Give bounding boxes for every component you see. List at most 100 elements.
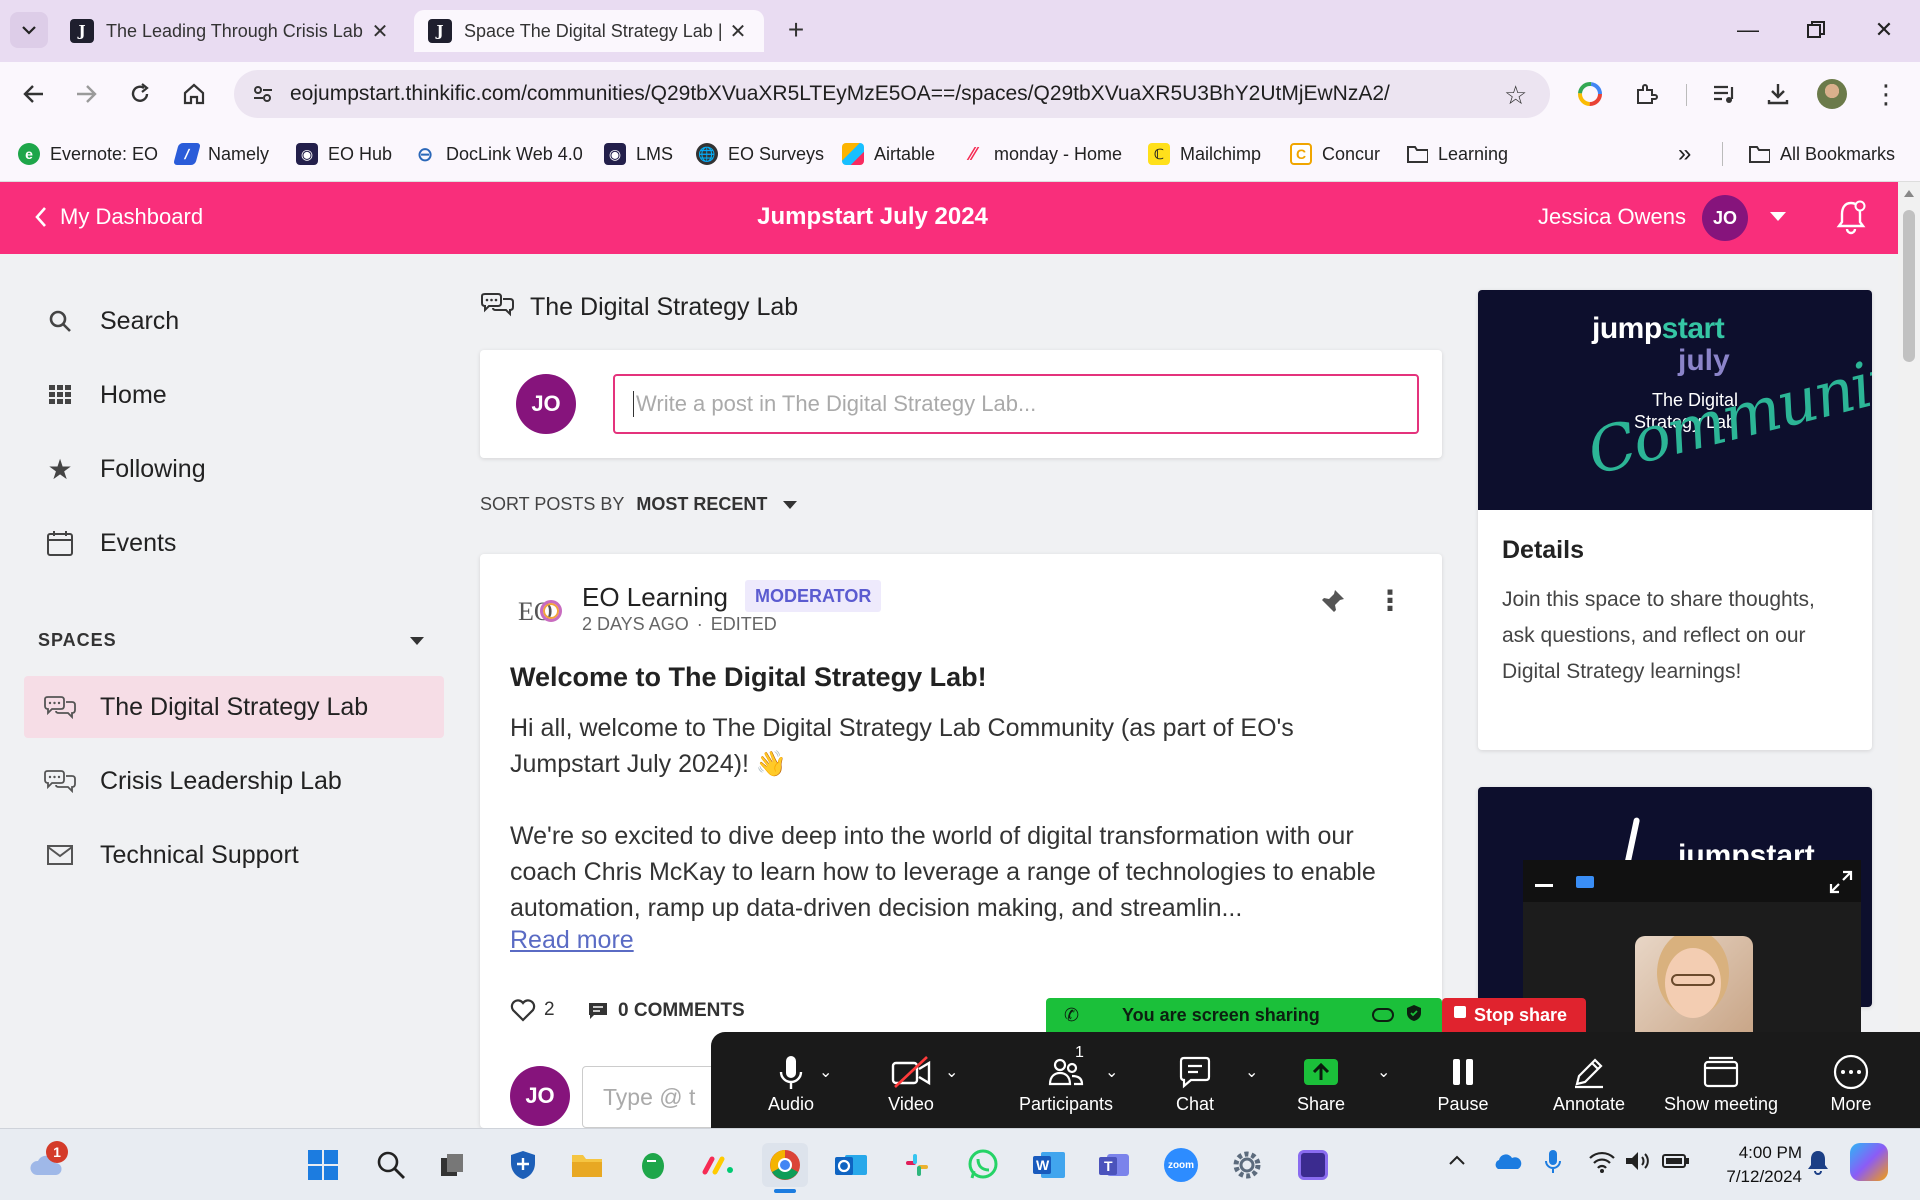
outlook-taskbar-icon[interactable]	[828, 1143, 874, 1187]
video-view-icon[interactable]	[1576, 876, 1594, 888]
bookmark-folder-learning[interactable]: Learning	[1406, 140, 1508, 168]
stop-share-button[interactable]: Stop share	[1442, 998, 1586, 1032]
evernote-taskbar-icon[interactable]	[630, 1143, 676, 1187]
user-name[interactable]: Jessica Owens	[1538, 204, 1686, 230]
settings-taskbar-icon[interactable]	[1224, 1143, 1270, 1187]
page-scrollbar[interactable]	[1898, 182, 1920, 1128]
minimize-video-icon[interactable]	[1535, 884, 1553, 887]
volume-icon[interactable]	[1624, 1149, 1652, 1178]
sidebar-space-crisis-leadership-lab[interactable]: Crisis Leadership Lab	[24, 750, 444, 812]
chrome-taskbar-icon[interactable]	[762, 1143, 808, 1187]
browser-menu-icon[interactable]: ⋮	[1866, 74, 1906, 114]
pin-icon[interactable]	[1320, 588, 1346, 619]
share-options-caret-icon[interactable]: ⌄	[1377, 1062, 1390, 1082]
sort-posts-control[interactable]: SORT POSTS BY MOST RECENT	[480, 494, 798, 515]
zoom-more-button[interactable]: More	[1811, 1050, 1891, 1126]
task-view-icon[interactable]	[430, 1143, 476, 1187]
bookmark-mailchimp[interactable]: ℂ Mailchimp	[1148, 140, 1261, 168]
user-menu-caret-icon[interactable]	[1770, 212, 1786, 221]
word-taskbar-icon[interactable]: W	[1026, 1143, 1072, 1187]
wifi-icon[interactable]	[1588, 1149, 1616, 1178]
sidebar-space-digital-strategy-lab[interactable]: The Digital Strategy Lab	[24, 676, 444, 738]
close-window-button[interactable]: ✕	[1864, 12, 1904, 48]
home-button[interactable]	[174, 74, 214, 114]
browser-tab-2-active[interactable]: J Space The Digital Strategy Lab | ✕	[414, 10, 764, 52]
bookmark-evernote[interactable]: e Evernote: EO	[18, 140, 158, 168]
sidebar-space-technical-support[interactable]: Technical Support	[24, 824, 444, 886]
user-avatar[interactable]: JO	[1702, 195, 1748, 241]
sidebar-item-following[interactable]: ★ Following	[24, 438, 444, 500]
post-composer-input[interactable]: Write a post in The Digital Strategy Lab…	[613, 374, 1419, 434]
sidebar-item-search[interactable]: Search	[24, 290, 444, 352]
zoom-pause-button[interactable]: Pause	[1423, 1050, 1503, 1126]
zoom-chat-button[interactable]: Chat	[1155, 1050, 1235, 1126]
spaces-collapse-caret-icon[interactable]	[410, 637, 424, 645]
file-explorer-icon[interactable]	[564, 1143, 610, 1187]
teams-taskbar-icon[interactable]: T	[1092, 1143, 1138, 1187]
audio-options-caret-icon[interactable]: ⌄	[819, 1062, 832, 1082]
new-tab-button[interactable]: +	[778, 12, 814, 48]
bookmark-monday[interactable]: ⁄⁄ monday - Home	[962, 140, 1122, 168]
bookmark-doclink[interactable]: ⊖ DocLink Web 4.0	[414, 140, 583, 168]
site-info-icon[interactable]	[248, 80, 278, 108]
taskbar-search-icon[interactable]	[368, 1143, 414, 1187]
sidebar-item-home[interactable]: Home	[24, 364, 444, 426]
monday-taskbar-icon[interactable]	[696, 1143, 742, 1187]
microphone-tray-icon[interactable]	[1544, 1149, 1562, 1180]
bookmark-airtable[interactable]: Airtable	[842, 140, 935, 168]
battery-icon[interactable]	[1662, 1153, 1690, 1174]
video-options-caret-icon[interactable]: ⌄	[945, 1062, 958, 1082]
zoom-share-button[interactable]: Share	[1281, 1050, 1361, 1126]
windows-start-icon[interactable]	[300, 1143, 346, 1187]
minimize-window-button[interactable]: —	[1728, 12, 1768, 48]
security-shield-icon[interactable]	[500, 1143, 546, 1187]
scroll-up-arrow-icon[interactable]	[1904, 190, 1914, 197]
gaming-taskbar-icon[interactable]	[1290, 1143, 1336, 1187]
zoom-annotate-button[interactable]: Annotate	[1549, 1050, 1629, 1126]
bookmark-lms[interactable]: ◉ LMS	[604, 140, 673, 168]
bookmark-concur[interactable]: C Concur	[1290, 140, 1380, 168]
onedrive-icon[interactable]	[1492, 1151, 1522, 1176]
bookmark-star-icon[interactable]: ☆	[1504, 80, 1527, 111]
tab-search-button[interactable]	[10, 12, 48, 48]
reload-button[interactable]	[120, 74, 160, 114]
bookmark-eo-hub[interactable]: ◉ EO Hub	[296, 140, 392, 168]
scroll-thumb[interactable]	[1903, 210, 1915, 362]
whatsapp-taskbar-icon[interactable]	[960, 1143, 1006, 1187]
chat-options-caret-icon[interactable]: ⌄	[1245, 1062, 1258, 1082]
notifications-bell-icon[interactable]	[1836, 200, 1866, 241]
slack-taskbar-icon[interactable]	[894, 1143, 940, 1187]
zoom-taskbar-icon[interactable]: zoom	[1158, 1143, 1204, 1187]
notifications-bell-tray-icon[interactable]	[1806, 1149, 1830, 1180]
copilot-icon[interactable]	[1850, 1143, 1888, 1181]
show-hidden-icons-chevron[interactable]	[1448, 1153, 1466, 1171]
close-tab-icon[interactable]: ✕	[726, 19, 750, 44]
download-icon[interactable]	[1758, 74, 1798, 114]
back-button[interactable]	[14, 74, 54, 114]
post-title[interactable]: Welcome to The Digital Strategy Lab!	[510, 662, 987, 693]
forward-button[interactable]	[66, 74, 106, 114]
restore-window-button[interactable]	[1796, 12, 1836, 48]
bookmark-eo-surveys[interactable]: 🌐 EO Surveys	[696, 140, 824, 168]
zoom-video-button[interactable]: Video	[871, 1050, 951, 1126]
participants-options-caret-icon[interactable]: ⌄	[1105, 1062, 1118, 1082]
zoom-show-meeting-button[interactable]: Show meeting	[1651, 1050, 1791, 1126]
address-bar[interactable]: eojumpstart.thinkific.com/communities/Q2…	[234, 70, 1550, 118]
profile-avatar[interactable]	[1812, 74, 1852, 114]
expand-icon[interactable]	[1829, 870, 1853, 899]
post-author[interactable]: EO Learning	[582, 582, 728, 613]
bookmark-all-bookmarks[interactable]: All Bookmarks	[1748, 140, 1895, 168]
comments-button[interactable]: 0 COMMENTS	[588, 1000, 745, 1022]
like-button[interactable]: 2	[510, 998, 555, 1022]
bookmark-namely[interactable]: / Namely	[173, 140, 269, 168]
extensions-puzzle-icon[interactable]	[1626, 74, 1666, 114]
browser-tab-1[interactable]: J The Leading Through Crisis Lab ✕	[56, 10, 406, 52]
extension-color-icon[interactable]	[1570, 74, 1610, 114]
clock[interactable]: 4:00 PM 7/12/2024	[1702, 1141, 1802, 1189]
media-playlist-icon[interactable]	[1704, 74, 1744, 114]
post-more-options-icon[interactable]: ⋮	[1376, 584, 1404, 617]
close-tab-icon[interactable]: ✕	[368, 19, 392, 44]
bookmarks-overflow-button[interactable]: »	[1678, 140, 1691, 168]
sidebar-item-events[interactable]: Events	[24, 512, 444, 574]
read-more-link[interactable]: Read more	[510, 926, 634, 955]
